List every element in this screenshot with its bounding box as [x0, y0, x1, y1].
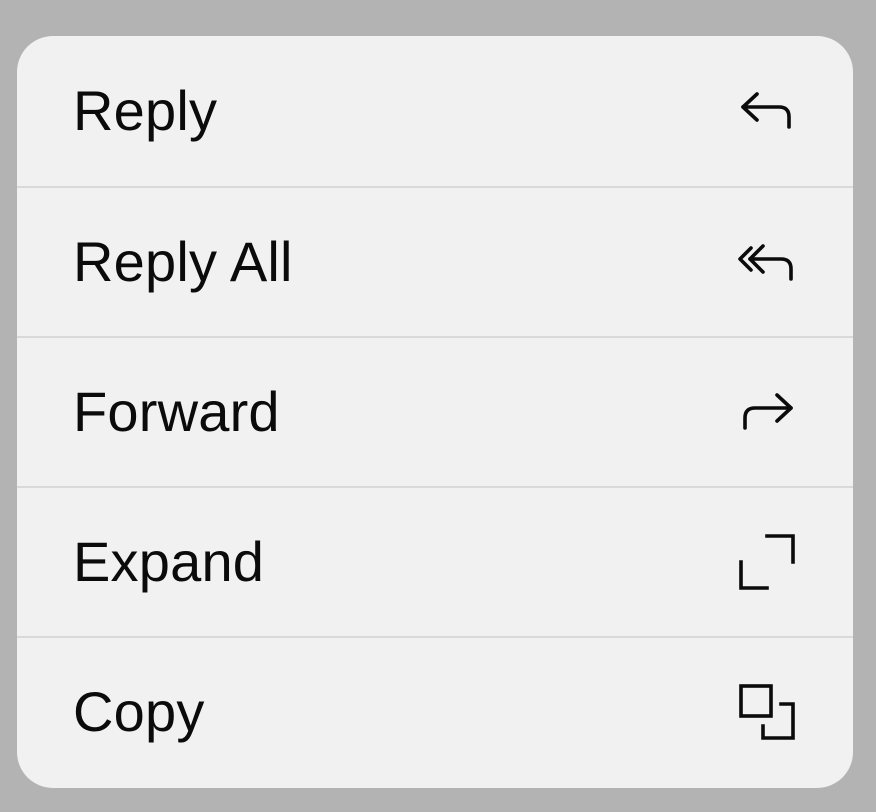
menu-item-label: Reply [73, 79, 218, 142]
menu-item-label: Expand [73, 530, 265, 593]
forward-icon [737, 382, 797, 442]
reply-icon [737, 81, 797, 141]
menu-item-label: Copy [73, 680, 205, 743]
menu-item-reply[interactable]: Reply [17, 36, 853, 186]
menu-item-forward[interactable]: Forward [17, 336, 853, 486]
menu-item-copy[interactable]: Copy [17, 636, 853, 786]
menu-item-reply-all[interactable]: Reply All [17, 186, 853, 336]
copy-icon [737, 682, 797, 742]
expand-icon [737, 532, 797, 592]
menu-item-label: Forward [73, 380, 280, 443]
reply-all-icon [737, 232, 797, 292]
context-menu: Reply Reply All Forward Expand Copy [17, 36, 853, 788]
menu-item-label: Reply All [73, 230, 293, 293]
menu-item-expand[interactable]: Expand [17, 486, 853, 636]
